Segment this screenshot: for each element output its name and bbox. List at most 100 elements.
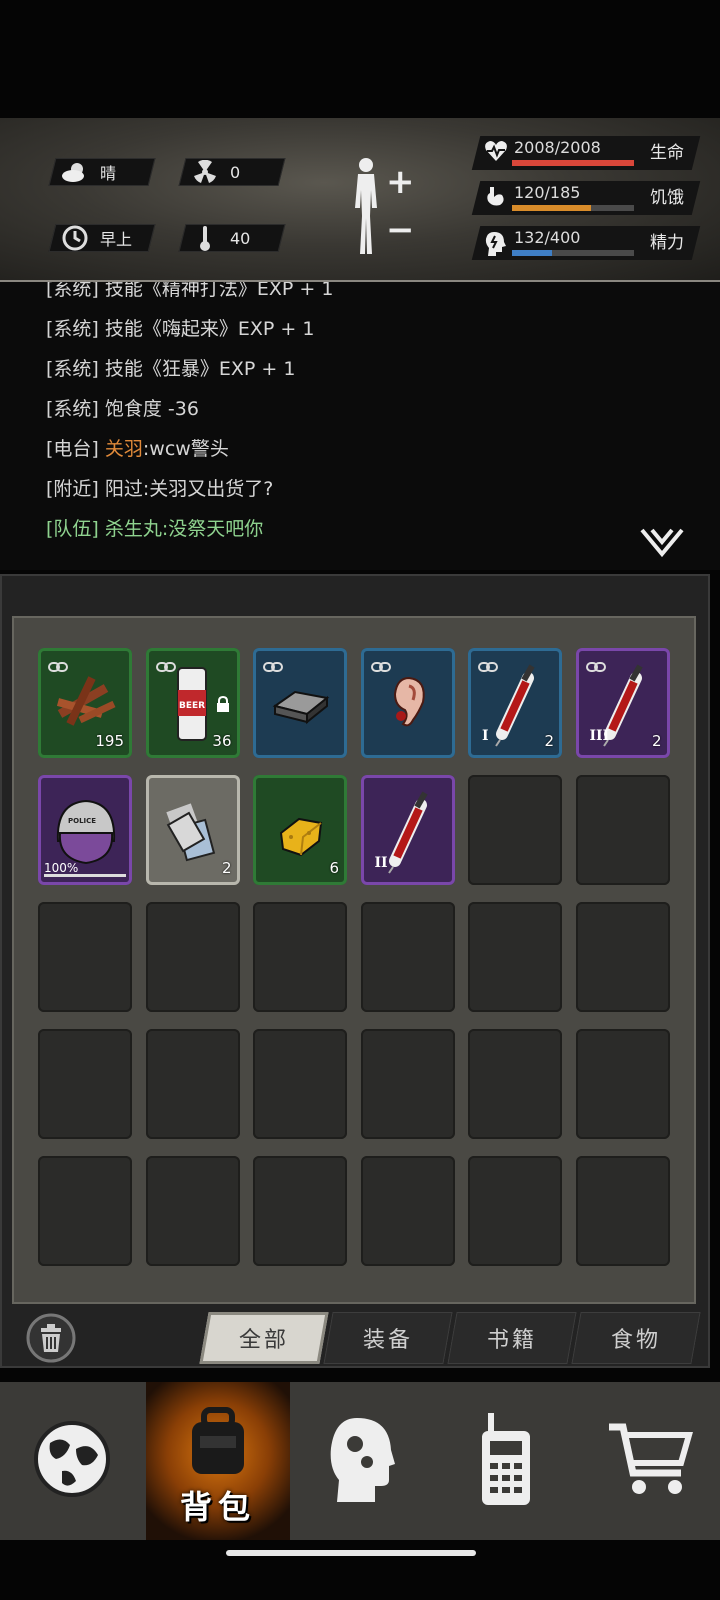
- inventory-slot-empty[interactable]: [145, 902, 240, 1012]
- log-line: [系统] 饱食度 -36: [46, 394, 199, 421]
- nav-world-map[interactable]: [0, 1382, 144, 1540]
- inventory-slot-wood-sticks[interactable]: 195: [38, 648, 132, 758]
- radiation-pill: 0: [178, 158, 286, 186]
- heart-pulse-icon: [484, 140, 508, 166]
- inventory-slot-syringe[interactable]: II: [360, 775, 455, 885]
- log-channel-tag: [队伍]: [46, 518, 99, 540]
- log-line: [系统] 技能《嗨起来》EXP + 1: [46, 314, 314, 341]
- log-message: 饱食度 -36: [104, 398, 199, 420]
- brain-icon: [484, 230, 506, 260]
- collapse-log-icon[interactable]: [640, 528, 684, 562]
- stat-bar-fill: [512, 250, 553, 256]
- inventory-slot-police-helmet[interactable]: POLICE 100%: [38, 775, 132, 885]
- inventory-slot-empty[interactable]: [360, 1029, 455, 1139]
- inventory-slot-whetstone[interactable]: [253, 648, 347, 758]
- clock-icon: [60, 225, 90, 251]
- status-panel: 晴 0 早上 40 + − 2008/2008 生命 120/185 饥饿 13…: [0, 118, 720, 282]
- log-channel-tag: [电台]: [46, 438, 99, 460]
- item-quantity: 2: [651, 732, 662, 750]
- tab-label: 书籍: [486, 1328, 537, 1353]
- body-status-figure[interactable]: [348, 156, 384, 260]
- log-channel-tag: [附近]: [46, 478, 99, 500]
- nav-shop[interactable]: [578, 1382, 720, 1540]
- home-indicator[interactable]: [226, 1550, 476, 1556]
- item-durability: 100%: [44, 861, 79, 875]
- log-sender-name[interactable]: 关羽: [105, 438, 143, 460]
- bound-link-icon: [48, 658, 68, 677]
- inventory-slot-beer-can[interactable]: BEER 36: [145, 648, 240, 758]
- bound-link-icon: [478, 658, 498, 677]
- log-channel-tag: [系统]: [46, 398, 99, 420]
- inventory-slot-empty[interactable]: [253, 1156, 347, 1266]
- tab-label: 全部: [238, 1328, 289, 1353]
- log-message: :wcw警头: [142, 438, 229, 460]
- log-channel-tag: [系统]: [46, 282, 99, 300]
- inventory-slot-empty[interactable]: [253, 1029, 347, 1139]
- stat-value: 2008/2008: [514, 138, 601, 157]
- globe-icon: [32, 1419, 112, 1503]
- trash-button[interactable]: [26, 1310, 76, 1370]
- zoom-in-body-button[interactable]: +: [386, 162, 415, 202]
- inventory-slot-sponge[interactable]: 6: [253, 775, 347, 885]
- nav-backpack[interactable]: 背包: [146, 1382, 290, 1540]
- nav-skills[interactable]: [290, 1382, 434, 1540]
- inventory-slot-empty[interactable]: [145, 1029, 240, 1139]
- stat-health: 2008/2008 生命: [471, 136, 706, 170]
- stat-bar: [512, 250, 634, 256]
- inventory-slot-empty[interactable]: [38, 1156, 132, 1266]
- inventory-slot-empty[interactable]: [468, 775, 562, 885]
- inventory-slot-empty[interactable]: [468, 1029, 562, 1139]
- item-tier: II: [374, 855, 388, 871]
- tab-books[interactable]: 书籍: [447, 1312, 577, 1364]
- inventory-slot-empty[interactable]: [468, 1156, 562, 1266]
- inventory-slot-empty[interactable]: [38, 1029, 132, 1139]
- item-quantity: 195: [95, 732, 124, 750]
- temperature-value: 40: [230, 228, 251, 248]
- stat-value: 132/400: [514, 228, 581, 247]
- log-line: [队伍] 杀生丸:没祭天吧你: [46, 514, 263, 541]
- inventory-slot-empty[interactable]: [575, 1029, 670, 1139]
- stat-bar-fill: [512, 205, 592, 211]
- inventory-slot-syringe[interactable]: I2: [468, 648, 562, 758]
- bound-link-icon: [585, 658, 606, 677]
- message-log[interactable]: [系统] 技能《精神打法》EXP + 1 [系统] 技能《嗨起来》EXP + 1[…: [0, 282, 720, 570]
- log-channel-tag: [系统]: [46, 318, 99, 340]
- inventory-grid: 195 BEER 36 I 2 III 2 POLICE 100% 2 6 II: [12, 616, 696, 1304]
- shopping-cart-icon: [605, 1419, 695, 1503]
- tab-all[interactable]: 全部: [199, 1312, 329, 1364]
- tab-equipment[interactable]: 装备: [323, 1312, 453, 1364]
- inventory-slot-empty[interactable]: [360, 902, 455, 1012]
- time-pill: 早上: [48, 224, 156, 252]
- tab-label: 装备: [362, 1328, 413, 1353]
- log-message: 技能《狂暴》EXP + 1: [104, 358, 296, 380]
- inventory-slot-syringe[interactable]: III 2: [575, 648, 670, 758]
- stat-label: 生命: [650, 143, 684, 163]
- tab-food[interactable]: 食物: [571, 1312, 701, 1364]
- stat-label: 精力: [650, 233, 684, 253]
- inventory-slot-paper-sheets[interactable]: 2: [145, 775, 240, 885]
- stomach-icon: [484, 185, 506, 213]
- inventory-slot-empty[interactable]: [575, 902, 670, 1012]
- inventory-slot-severed-ear[interactable]: [360, 648, 455, 758]
- log-message: 阳过:关羽又出货了?: [104, 478, 274, 500]
- inventory-slot-empty[interactable]: [575, 1156, 670, 1266]
- inventory-slot-empty[interactable]: [575, 775, 670, 885]
- nav-radio[interactable]: [434, 1382, 578, 1540]
- inventory-slot-empty[interactable]: [38, 902, 132, 1012]
- zoom-out-body-button[interactable]: −: [386, 210, 415, 250]
- inventory-slot-empty[interactable]: [360, 1156, 455, 1266]
- stat-energy: 132/400 精力: [471, 226, 706, 260]
- walkie-talkie-icon: [476, 1411, 536, 1511]
- inventory-slot-empty[interactable]: [253, 902, 347, 1012]
- inventory-slot-empty[interactable]: [145, 1156, 240, 1266]
- item-quantity: 2: [221, 859, 232, 877]
- bound-link-icon: [155, 658, 176, 677]
- weather-text: 晴: [100, 164, 117, 183]
- item-tier: I: [482, 728, 489, 744]
- log-line: [系统] 技能《精神打法》EXP + 1: [46, 282, 333, 301]
- item-quantity: 36: [212, 732, 232, 750]
- inventory-slot-empty[interactable]: [468, 902, 562, 1012]
- stat-value: 120/185: [514, 183, 581, 202]
- weather-pill: 晴: [48, 158, 156, 186]
- head-gears-icon: [327, 1414, 397, 1508]
